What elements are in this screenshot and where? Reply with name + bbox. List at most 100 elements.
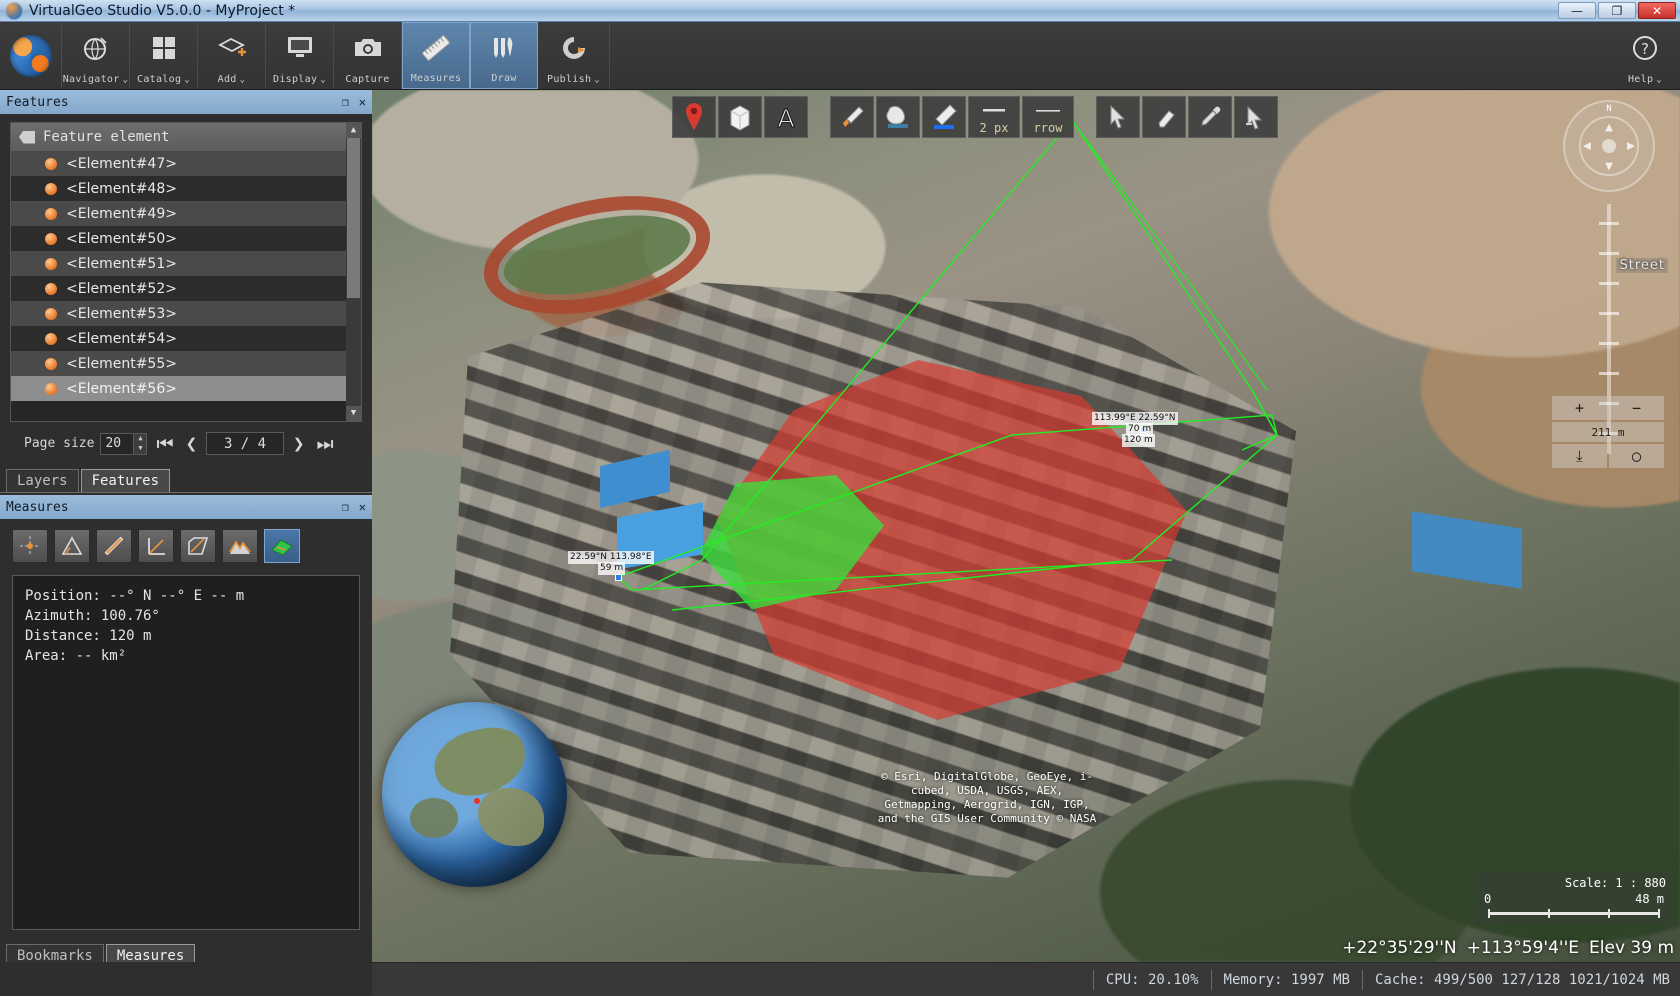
ribbon-label-navigator: Navigator	[63, 74, 120, 85]
list-item[interactable]: <Element#48>	[11, 176, 361, 201]
ribbon-item-draw[interactable]: Draw	[470, 22, 538, 89]
chevron-down-icon[interactable]: ⌄	[1656, 75, 1662, 85]
close-icon[interactable]: ✕	[359, 95, 366, 109]
street-label: Street	[1616, 258, 1668, 273]
list-item[interactable]: <Element#55>	[11, 351, 361, 376]
ribbon-item-help[interactable]: ? Help⌄	[1610, 22, 1680, 89]
help-question-icon: ?	[1632, 22, 1658, 74]
profile-measure-tool[interactable]	[222, 529, 258, 563]
scrollbar-thumb[interactable]	[347, 138, 360, 298]
height-measure-tool[interactable]	[138, 529, 174, 563]
title-bar: VirtualGeo Studio V5.0.0 - MyProject * —…	[0, 0, 1680, 22]
eraser-tool[interactable]	[1142, 96, 1186, 138]
last-page-button[interactable]: ⏭	[313, 433, 336, 455]
close-icon[interactable]: ✕	[359, 500, 366, 514]
monitor-icon	[285, 22, 315, 74]
undock-icon[interactable]: ❐	[342, 500, 349, 514]
navigator-globe-icon	[81, 22, 111, 74]
window-controls: — ❐ ✕	[1558, 2, 1676, 19]
text-label-tool[interactable]: A	[764, 96, 808, 138]
reset-tilt-icon[interactable]: ⤓	[1552, 444, 1607, 468]
compass-north-label: N	[1606, 104, 1611, 114]
prev-page-button[interactable]: ❮	[183, 433, 200, 455]
lasso-select-tool[interactable]	[1234, 96, 1278, 138]
ribbon-toolbar: Navigator⌄ Catalog⌄ Add⌄ Display⌄ Captur…	[0, 22, 1680, 90]
extrude-box-tool[interactable]	[718, 96, 762, 138]
zoom-controls: + − 211 m ⤓ ◯	[1552, 396, 1664, 470]
ribbon-item-publish[interactable]: Publish⌄	[538, 22, 610, 89]
chevron-down-icon[interactable]: ⌄	[184, 75, 190, 85]
map-viewport-3d[interactable]: 113.99°E 22.59°N 70 m 120 m 22.59°N 113.…	[372, 90, 1680, 962]
chevron-down-icon[interactable]: ⌄	[240, 75, 246, 85]
chevron-down-icon[interactable]: ⌄	[123, 75, 129, 85]
minimize-button[interactable]: —	[1558, 2, 1596, 19]
list-item[interactable]: <Element#50>	[11, 226, 361, 251]
fill-color-tool[interactable]	[830, 96, 874, 138]
page-size-stepper[interactable]: ▲▼	[100, 433, 147, 455]
list-item[interactable]: <Element#51>	[11, 251, 361, 276]
chevron-down-icon[interactable]: ⌄	[320, 75, 326, 85]
page-indicator[interactable]: 3 / 4	[206, 432, 284, 455]
ribbon-item-display[interactable]: Display⌄	[266, 22, 334, 89]
close-button[interactable]: ✕	[1638, 2, 1676, 19]
first-page-button[interactable]: ⏮	[153, 433, 176, 455]
ribbon-item-capture[interactable]: Capture	[334, 22, 402, 89]
draw-group-style: 2 px rrow	[830, 96, 1074, 138]
distance-measure-tool[interactable]	[96, 529, 132, 563]
eyedropper-tool[interactable]	[1188, 96, 1232, 138]
window-title: VirtualGeo Studio V5.0.0 - MyProject *	[29, 3, 295, 19]
chevron-down-icon[interactable]: ⌄	[594, 75, 600, 85]
line-style-select[interactable]: rrow	[1022, 96, 1074, 138]
angle-measure-tool[interactable]	[54, 529, 90, 563]
catalog-grid-icon	[150, 22, 178, 74]
maximize-button[interactable]: ❐	[1598, 2, 1636, 19]
line-width-label: 2 px	[969, 121, 1019, 135]
tab-layers[interactable]: Layers	[6, 469, 79, 492]
scroll-down-icon[interactable]: ▼	[346, 406, 361, 421]
readout-area: Area: -- km²	[25, 646, 347, 666]
page-size-input[interactable]	[101, 434, 133, 454]
zoom-out-button[interactable]: −	[1609, 396, 1664, 420]
features-tabstrip: Layers Features	[0, 467, 372, 493]
area-measure-tool[interactable]	[180, 529, 216, 563]
orbit-icon[interactable]: ◯	[1609, 444, 1664, 468]
element-label: <Element#55>	[66, 356, 177, 372]
list-item[interactable]: <Element#54>	[11, 326, 361, 351]
tab-features[interactable]: Features	[81, 469, 170, 492]
feature-tree-root[interactable]: Feature element	[11, 123, 361, 151]
ribbon-item-navigator[interactable]: Navigator⌄	[62, 22, 130, 89]
element-dot-icon	[45, 183, 57, 195]
line-width-select[interactable]: 2 px	[968, 96, 1020, 138]
ribbon-item-measures[interactable]: Measures	[402, 22, 470, 89]
tree-scrollbar[interactable]: ▲ ▼	[346, 123, 361, 421]
compass-icon[interactable]: N ▲ ▼ ◀ ▶	[1563, 100, 1655, 192]
list-item[interactable]: <Element#49>	[11, 201, 361, 226]
select-arrow-tool[interactable]	[1096, 96, 1140, 138]
element-dot-icon	[45, 358, 57, 370]
list-item[interactable]: <Element#52>	[11, 276, 361, 301]
scale-max-label: 48 m	[1635, 892, 1664, 906]
ribbon-item-add[interactable]: Add⌄	[198, 22, 266, 89]
next-page-button[interactable]: ❯	[290, 433, 307, 455]
stepper-up-icon[interactable]: ▲	[134, 434, 146, 444]
element-label: <Element#49>	[66, 206, 177, 222]
volume-measure-tool[interactable]	[264, 529, 300, 563]
measurement-vertex[interactable]	[615, 574, 622, 581]
scroll-up-icon[interactable]: ▲	[346, 123, 361, 138]
list-item[interactable]: <Element#47>	[11, 151, 361, 176]
zoom-in-button[interactable]: +	[1552, 396, 1607, 420]
scale-label: Scale: 1 : 880	[1482, 876, 1666, 890]
svg-text:A: A	[777, 104, 794, 131]
paint-bucket-tool[interactable]	[876, 96, 920, 138]
undock-icon[interactable]: ❐	[342, 95, 349, 109]
altitude-readout: 211 m	[1552, 422, 1664, 442]
ribbon-item-catalog[interactable]: Catalog⌄	[130, 22, 198, 89]
point-measure-tool[interactable]	[12, 529, 48, 563]
list-item[interactable]: <Element#53>	[11, 301, 361, 326]
globe-overview-inset[interactable]	[382, 702, 567, 887]
feature-tree[interactable]: Feature element <Element#47> <Element#48…	[10, 122, 362, 422]
stepper-down-icon[interactable]: ▼	[134, 444, 146, 454]
place-marker-tool[interactable]	[672, 96, 716, 138]
list-item[interactable]: <Element#56>	[11, 376, 361, 401]
line-color-tool[interactable]	[922, 96, 966, 138]
